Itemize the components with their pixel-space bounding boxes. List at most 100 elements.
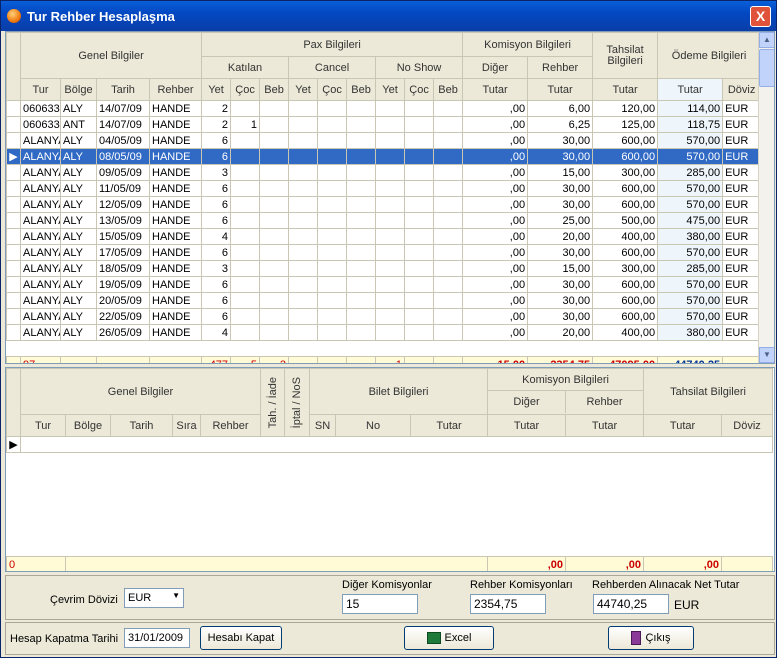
scroll-thumb[interactable]	[759, 49, 774, 87]
top-cell: 600,00	[592, 148, 659, 165]
top-cell: 4	[201, 228, 232, 245]
close-button[interactable]: X	[750, 6, 771, 27]
top-col-header[interactable]: Çoc	[404, 78, 435, 101]
top-sub-katilan: Katılan	[201, 56, 290, 79]
top-cell: 570,00	[657, 196, 724, 213]
top-col-header[interactable]: Tutar	[462, 78, 529, 101]
top-cell	[259, 196, 290, 213]
top-table-row[interactable]: ALANYAALY13/05/09HANDE6 ,0025,00500,00475…	[6, 212, 762, 229]
top-cell: 11/05/09	[96, 180, 150, 197]
bottom-empty-row[interactable]: ▶	[6, 436, 774, 453]
top-cell: 600,00	[592, 308, 659, 325]
bottom-col-header[interactable]: Döviz	[721, 414, 774, 437]
top-cell: ALANYA	[20, 292, 61, 309]
top-cell: ,00	[462, 100, 529, 117]
top-col-header[interactable]: Tutar	[592, 78, 659, 101]
top-cell	[375, 116, 406, 133]
bottom-col-header[interactable]: SN	[309, 414, 337, 437]
top-col-header[interactable]: Tur	[20, 78, 61, 101]
top-table-row[interactable]: ALANYAALY17/05/09HANDE6 ,0030,00600,00570…	[6, 244, 762, 261]
guide-comm-field[interactable]: 2354,75	[470, 594, 546, 614]
excel-button[interactable]: Excel	[404, 626, 494, 650]
top-col-header[interactable]: Çoc	[317, 78, 348, 101]
top-cell	[404, 212, 435, 229]
title-bar: Tur Rehber Hesaplaşma X	[1, 1, 776, 31]
chevron-down-icon[interactable]: ▼	[172, 591, 180, 600]
top-cell: 30,00	[527, 244, 594, 261]
top-table-row[interactable]: ALANYAALY04/05/09HANDE6 ,0030,00600,00570…	[6, 132, 762, 149]
top-cell: 13/05/09	[96, 212, 150, 229]
top-col-header[interactable]: Rehber	[148, 78, 203, 101]
row-indicator	[6, 180, 21, 197]
bottom-col-header[interactable]: Bölge	[65, 414, 111, 437]
bottom-col-header[interactable]: Tutar	[565, 414, 645, 437]
top-col-header[interactable]: Bölge	[60, 78, 97, 101]
scroll-up-icon[interactable]: ▲	[759, 32, 774, 48]
top-cell	[288, 292, 319, 309]
exit-button[interactable]: Çıkış	[608, 626, 694, 650]
top-cell	[288, 132, 319, 149]
top-cell: ALY	[60, 244, 97, 261]
top-cell	[346, 196, 377, 213]
top-table-row[interactable]: ALANYAALY19/05/09HANDE6 ,0030,00600,00570…	[6, 276, 762, 293]
scroll-down-icon[interactable]: ▼	[759, 347, 774, 363]
top-cell	[375, 244, 406, 261]
close-account-button[interactable]: Hesabı Kapat	[200, 626, 282, 650]
bottom-col-header[interactable]: Tutar	[643, 414, 723, 437]
bottom-col-header[interactable]: Tur	[20, 414, 66, 437]
top-footer-cell: 1	[375, 356, 406, 363]
top-col-header[interactable]: Döviz	[722, 78, 762, 101]
top-col-header[interactable]: Yet	[375, 78, 406, 101]
guide-comm-label: Rehber Komisyonları	[470, 579, 573, 591]
bottom-col-header[interactable]: Tutar	[410, 414, 489, 437]
top-table-row[interactable]: 060633 ALY 14/07/09 HANDE 2 ,00 6,00 120,00 114,…	[6, 100, 762, 117]
top-cell: 6,00	[527, 100, 594, 117]
top-cell: ALANYA	[20, 212, 61, 229]
top-cell: ,00	[462, 196, 529, 213]
top-cell	[433, 132, 464, 149]
other-comm-field[interactable]: 15	[342, 594, 418, 614]
top-cell	[317, 132, 348, 149]
top-col-header[interactable]: Yet	[201, 78, 232, 101]
net-amount-field[interactable]: 44740,25	[593, 594, 669, 614]
top-table-row[interactable]: ALANYAALY12/05/09HANDE6 ,0030,00600,00570…	[6, 196, 762, 213]
top-table-row[interactable]: 060633 ANT 14/07/09 HANDE 2 1 ,00 6,25 125,00 118…	[6, 116, 762, 133]
row-indicator	[6, 196, 21, 213]
bottom-grid[interactable]: Genel Bilgiler Tah. / İade İptal / NoS B…	[5, 367, 775, 572]
top-grid[interactable]: Genel Bilgiler Pax Bilgileri Komisyon Bi…	[5, 31, 775, 364]
top-cell: HANDE	[148, 180, 203, 197]
top-table-row[interactable]: ALANYAALY22/05/09HANDE6 ,0030,00600,00570…	[6, 308, 762, 325]
top-table-row[interactable]: ▶ALANYAALY08/05/09HANDE6 ,0030,00600,0057…	[6, 148, 762, 165]
top-col-header[interactable]: Beb	[433, 78, 464, 101]
top-col-header[interactable]: Tutar	[527, 78, 594, 101]
bottom-col-header[interactable]: Sıra	[172, 414, 201, 437]
top-vertical-scrollbar[interactable]: ▲ ▼	[758, 32, 774, 363]
top-col-header[interactable]: Tarih	[96, 78, 150, 101]
bottom-col-header[interactable]: Tarih	[110, 414, 173, 437]
currency-select[interactable]: EUR ▼	[124, 588, 184, 608]
top-table-row[interactable]: ALANYAALY11/05/09HANDE6 ,0030,00600,00570…	[6, 180, 762, 197]
top-cell	[230, 132, 261, 149]
top-col-header[interactable]: Çoc	[230, 78, 261, 101]
top-footer-cell	[60, 356, 97, 363]
close-date-field[interactable]: 31/01/2009	[124, 628, 190, 648]
top-col-header[interactable]: Beb	[346, 78, 377, 101]
top-cell: 2	[201, 116, 232, 133]
bottom-col-header[interactable]: No	[335, 414, 412, 437]
bottom-col-header[interactable]: Tutar	[487, 414, 567, 437]
top-cell: ALY	[60, 148, 97, 165]
top-col-header[interactable]: Beb	[259, 78, 290, 101]
top-cell: 600,00	[592, 180, 659, 197]
top-col-header[interactable]: Yet	[288, 78, 319, 101]
top-table-row[interactable]: ALANYAALY20/05/09HANDE6 ,0030,00600,00570…	[6, 292, 762, 309]
top-table-row[interactable]: ALANYAALY15/05/09HANDE4 ,0020,00400,00380…	[6, 228, 762, 245]
net-currency: EUR	[674, 598, 700, 612]
top-table-row[interactable]: ALANYAALY18/05/09HANDE3 ,0015,00300,00285…	[6, 260, 762, 277]
top-table-row[interactable]: ALANYAALY26/05/09HANDE4 ,0020,00400,00380…	[6, 324, 762, 341]
row-indicator	[6, 292, 21, 309]
bottom-col-header[interactable]: Rehber	[199, 414, 262, 437]
top-col-header[interactable]: Tutar	[657, 78, 724, 101]
top-cell: EUR	[722, 164, 762, 181]
top-cell	[259, 164, 290, 181]
top-table-row[interactable]: ALANYAALY09/05/09HANDE3 ,0015,00300,00285…	[6, 164, 762, 181]
